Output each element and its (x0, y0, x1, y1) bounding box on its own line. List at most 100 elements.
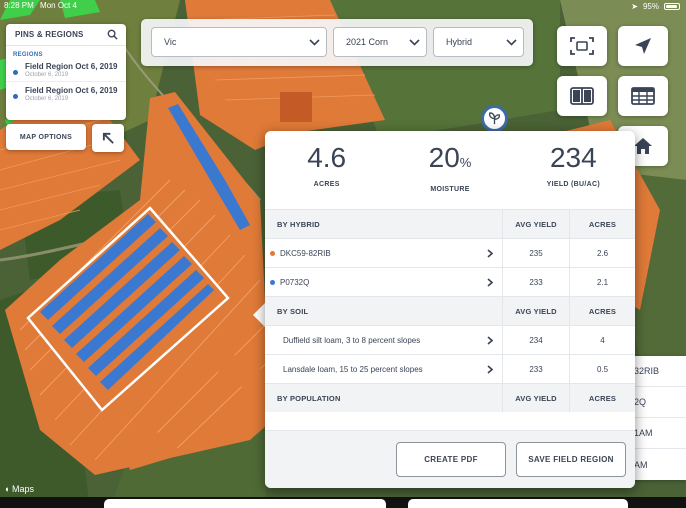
population-section-header: BY POPULATION AVG YIELD ACRES (265, 383, 635, 412)
region-list-item[interactable]: Field Region Oct 6, 2019 October 6, 2019 (6, 82, 126, 105)
section-title: BY SOIL (277, 306, 309, 316)
map-options-button[interactable]: MAP OPTIONS (6, 124, 86, 150)
save-field-region-button[interactable]: SAVE FIELD REGION (516, 442, 626, 477)
locate-button[interactable] (618, 26, 668, 66)
column-header: ACRES (569, 210, 635, 238)
arrow-up-left-icon (102, 132, 114, 144)
split-view-button[interactable] (557, 76, 607, 116)
chevron-down-icon (309, 38, 320, 46)
summary-stats: 4.6 ACRES 20% MOISTURE 234 YIELD (BU/AC) (265, 131, 635, 209)
popup-pointer (253, 303, 265, 327)
region-dot-icon (13, 94, 18, 99)
hybrid-name: DKC59-82RIB (280, 248, 331, 258)
moisture-unit: % (459, 155, 472, 170)
season-select-value: 2021 Corn (346, 37, 389, 47)
apple-logo-icon: ◖ (4, 484, 10, 494)
soil-row[interactable]: Lansdale loam, 15 to 25 percent slopes 2… (265, 354, 635, 383)
type-select[interactable]: Hybrid (433, 27, 524, 57)
acres-label: ACRES (313, 181, 340, 188)
acres-cell: 2.6 (569, 239, 635, 267)
section-title: BY POPULATION (277, 393, 341, 403)
column-header: ACRES (569, 297, 635, 325)
acres-stat: 4.6 ACRES (265, 131, 388, 209)
legend-item[interactable]: 1AM (632, 418, 686, 449)
column-header: AVG YIELD (502, 210, 569, 238)
type-select-value: Hybrid (446, 37, 473, 47)
hybrid-color-dot (270, 250, 275, 256)
avg-yield-cell: 234 (502, 326, 569, 354)
pins-regions-header: PINS & REGIONS (6, 24, 126, 46)
legend-item[interactable]: 32RIB (632, 356, 686, 387)
hybrid-row[interactable]: DKC59-82RIB 235 2.6 (265, 238, 635, 267)
pins-regions-title: PINS & REGIONS (15, 30, 84, 39)
column-header: ACRES (569, 384, 635, 412)
avg-yield-cell: 235 (502, 239, 569, 267)
fullscreen-icon (570, 37, 594, 55)
search-icon[interactable] (107, 29, 118, 40)
soil-name: Lansdale loam, 15 to 25 percent slopes (283, 364, 423, 374)
region-name: Field Region Oct 6, 2019 (25, 62, 118, 71)
location-select[interactable]: Vic (151, 27, 327, 57)
hybrid-name: P0732Q (280, 277, 310, 287)
battery-percent: 95% (642, 2, 659, 11)
table-view-button[interactable] (618, 76, 668, 116)
avg-yield-cell: 233 (502, 268, 569, 296)
regions-section-label: REGIONS (13, 52, 43, 58)
hybrid-legend-list: 32RIB 2Q 1AM AM (632, 356, 686, 480)
navigation-arrow-icon (635, 38, 651, 54)
status-bar: 8:28 PM Mon Oct 4 ➤ 95% (0, 0, 686, 12)
location-icon: ➤ (631, 2, 638, 11)
chevron-right-icon (487, 249, 493, 258)
fullscreen-button[interactable] (557, 26, 607, 66)
region-list-item[interactable]: Field Region Oct 6, 2019 October 6, 2019 (6, 58, 126, 82)
region-summary-popup: 4.6 ACRES 20% MOISTURE 234 YIELD (BU/AC)… (265, 131, 635, 488)
moisture-stat: 20% MOISTURE (388, 131, 511, 209)
legend-item[interactable]: AM (632, 449, 686, 480)
yield-value: 234 (549, 142, 597, 173)
status-date: Mon Oct 4 (40, 1, 77, 10)
hybrid-row[interactable]: P0732Q 233 2.1 (265, 267, 635, 296)
filter-bar: Vic 2021 Corn Hybrid (141, 19, 533, 66)
maps-attribution: ◖ Maps (4, 484, 34, 494)
acres-cell: 4 (569, 326, 635, 354)
region-date: October 6, 2019 (25, 96, 69, 102)
home-icon (634, 138, 652, 154)
book-icon (570, 87, 594, 105)
acres-cell: 2.1 (569, 268, 635, 296)
moisture-value: 20 (428, 142, 460, 173)
region-date: October 6, 2019 (25, 72, 69, 78)
battery-icon (664, 3, 680, 10)
chevron-down-icon (506, 38, 517, 46)
moisture-label: MOISTURE (430, 186, 470, 193)
legend-item[interactable]: 2Q (632, 387, 686, 418)
bottom-edge (0, 497, 686, 508)
location-select-value: Vic (164, 37, 177, 47)
column-header: AVG YIELD (502, 297, 569, 325)
soil-section-header: BY SOIL AVG YIELD ACRES (265, 296, 635, 325)
acres-value: 4.6 (307, 142, 347, 173)
yield-stat: 234 YIELD (BU/AC) (512, 131, 635, 209)
soil-row[interactable]: Duffield silt loam, 3 to 8 percent slope… (265, 325, 635, 354)
region-name: Field Region Oct 6, 2019 (25, 86, 118, 95)
chevron-down-icon (409, 38, 420, 46)
chevron-right-icon (487, 365, 493, 374)
chevron-right-icon (487, 278, 493, 287)
section-title: BY HYBRID (277, 219, 320, 229)
table-icon (631, 87, 655, 105)
acres-cell: 0.5 (569, 355, 635, 383)
create-pdf-button[interactable]: CREATE PDF (396, 442, 506, 477)
pins-regions-panel: PINS & REGIONS REGIONS Field Region Oct … (6, 24, 126, 120)
expand-button[interactable] (92, 124, 124, 152)
maps-attribution-text: Maps (11, 484, 34, 494)
yield-label: YIELD (BU/AC) (546, 181, 600, 188)
season-select[interactable]: 2021 Corn (333, 27, 427, 57)
hybrid-color-dot (270, 279, 275, 285)
popup-footer: CREATE PDF SAVE FIELD REGION (265, 430, 635, 488)
region-dot-icon (13, 70, 18, 75)
crop-pin-marker[interactable] (481, 105, 508, 132)
status-time: 8:28 PM (4, 1, 34, 10)
hybrid-section-header: BY HYBRID AVG YIELD ACRES (265, 209, 635, 238)
soil-name: Duffield silt loam, 3 to 8 percent slope… (283, 335, 421, 345)
column-header: AVG YIELD (502, 384, 569, 412)
chevron-right-icon (487, 336, 493, 345)
